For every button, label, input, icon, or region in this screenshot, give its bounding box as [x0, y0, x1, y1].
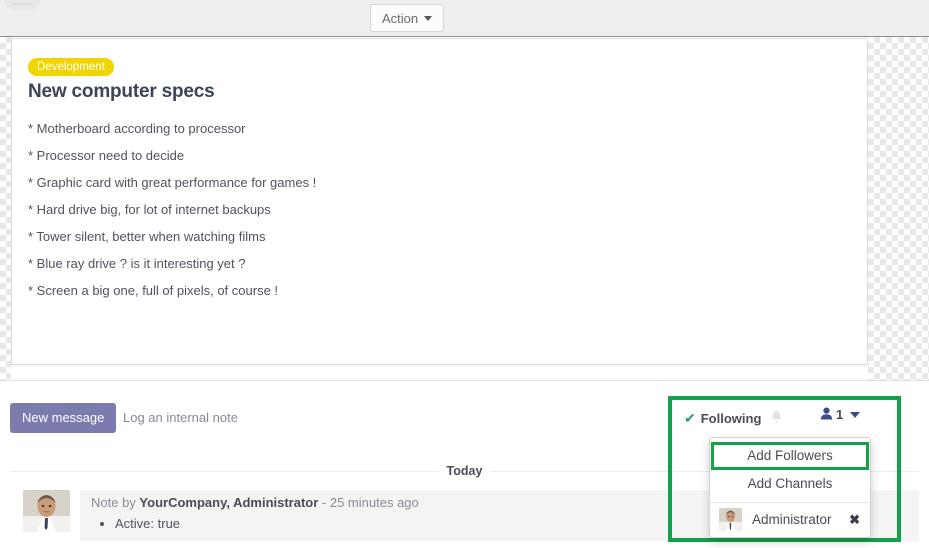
following-toggle-button[interactable]: ✔ Following [684, 411, 761, 426]
avatar [23, 490, 70, 532]
following-label: Following [700, 410, 762, 426]
message-author[interactable]: YourCompany, Administrator [139, 495, 318, 510]
follower-count: 1 [836, 407, 844, 422]
description-line: * Graphic card with great performance fo… [28, 175, 317, 190]
message-timestamp: - 25 minutes ago [318, 495, 419, 510]
transparency-backdrop-left [0, 37, 11, 380]
message-prefix: Note by [91, 495, 140, 510]
top-control-bar: Action [0, 0, 929, 37]
follower-widget: ✔ Following 1 [684, 406, 889, 430]
user-glyph [820, 407, 833, 420]
description-line: * Processor need to decide [28, 148, 185, 163]
caret-down-icon [850, 411, 861, 418]
transparency-backdrop-right [868, 37, 929, 380]
description-line: * Blue ray drive ? is it interesting yet… [28, 256, 246, 271]
description-field[interactable]: * Motherboard according to processor * Pr… [28, 115, 851, 304]
check-icon: ✔ [684, 410, 696, 426]
action-button-label: Action [382, 10, 419, 26]
caret-down-icon [424, 15, 433, 21]
avatar [719, 508, 742, 531]
divider [0, 380, 929, 381]
date-separator-label: Today [438, 464, 491, 478]
description-line: * Tower silent, better when watching fil… [28, 229, 266, 244]
action-button[interactable]: Action [370, 4, 445, 32]
bell-glyph [771, 411, 782, 423]
breadcrumb[interactable] [4, 0, 40, 10]
bell-icon[interactable] [770, 410, 783, 426]
log-internal-note-button[interactable]: Log an internal note [123, 403, 238, 433]
user-avatar-icon [23, 490, 70, 532]
description-line: * Motherboard according to processor [28, 121, 246, 136]
follower-name: Administrator [752, 512, 832, 527]
user-avatar-icon [719, 508, 742, 531]
follower-list-item[interactable]: Administrator ✖ [710, 503, 870, 537]
status-badge[interactable]: Development [28, 58, 114, 76]
add-channels-menu-item[interactable]: Add Channels [710, 471, 870, 497]
follower-dropdown-menu: Add Followers Add Channels Administrator… [709, 437, 871, 538]
description-line: * Hard drive big, for lot of internet ba… [28, 202, 271, 217]
description-line: * Screen a big one, full of pixels, of c… [28, 283, 279, 298]
page-title: New computer specs [28, 81, 215, 102]
record-form-card: Development New computer specs * Motherb… [11, 38, 868, 365]
remove-icon[interactable]: ✖ [849, 512, 860, 528]
new-message-button[interactable]: New message [10, 403, 117, 433]
add-followers-menu-item[interactable]: Add Followers [711, 442, 869, 470]
follower-count-button[interactable]: 1 [820, 407, 861, 422]
user-icon [820, 407, 833, 422]
